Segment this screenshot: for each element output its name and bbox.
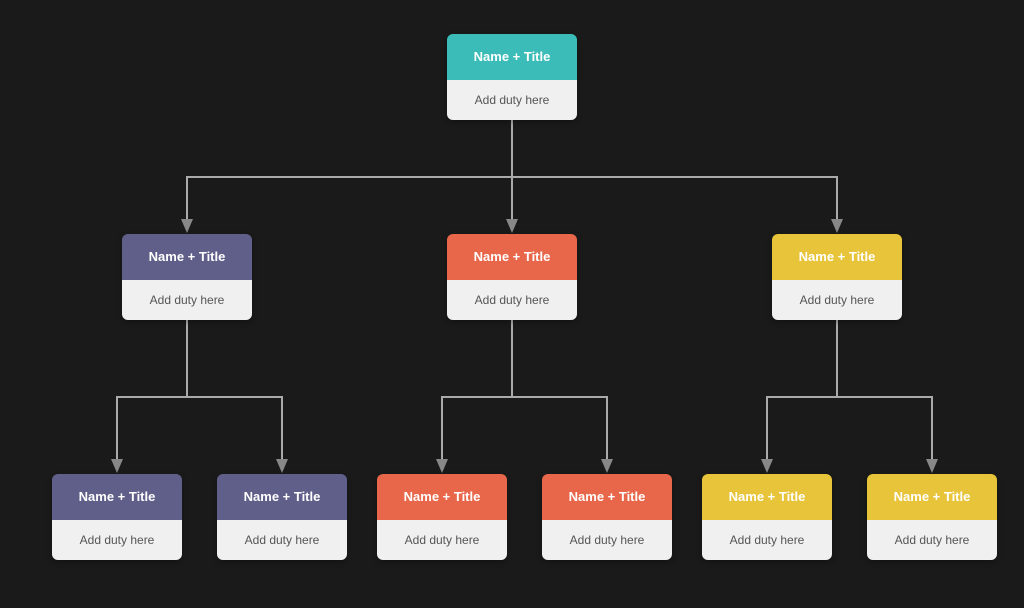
node-header-l1-center: Name + Title bbox=[447, 234, 577, 280]
org-node-l1-center[interactable]: Name + TitleAdd duty here bbox=[447, 234, 577, 320]
node-header-root: Name + Title bbox=[447, 34, 577, 80]
node-header-l2-lr: Name + Title bbox=[217, 474, 347, 520]
node-body-l2-lr: Add duty here bbox=[217, 520, 347, 560]
org-node-l2-cl[interactable]: Name + TitleAdd duty here bbox=[377, 474, 507, 560]
node-body-root: Add duty here bbox=[447, 80, 577, 120]
node-body-l1-right: Add duty here bbox=[772, 280, 902, 320]
node-header-l1-left: Name + Title bbox=[122, 234, 252, 280]
node-header-l2-rr: Name + Title bbox=[867, 474, 997, 520]
node-body-l2-ll: Add duty here bbox=[52, 520, 182, 560]
node-body-l2-rl: Add duty here bbox=[702, 520, 832, 560]
org-node-l2-lr[interactable]: Name + TitleAdd duty here bbox=[217, 474, 347, 560]
node-body-l2-rr: Add duty here bbox=[867, 520, 997, 560]
org-node-l2-rr[interactable]: Name + TitleAdd duty here bbox=[867, 474, 997, 560]
org-chart: Name + TitleAdd duty hereName + TitleAdd… bbox=[32, 14, 992, 594]
node-body-l2-cr: Add duty here bbox=[542, 520, 672, 560]
node-header-l2-ll: Name + Title bbox=[52, 474, 182, 520]
org-node-l2-cr[interactable]: Name + TitleAdd duty here bbox=[542, 474, 672, 560]
node-body-l2-cl: Add duty here bbox=[377, 520, 507, 560]
node-header-l1-right: Name + Title bbox=[772, 234, 902, 280]
node-body-l1-center: Add duty here bbox=[447, 280, 577, 320]
org-node-l1-right[interactable]: Name + TitleAdd duty here bbox=[772, 234, 902, 320]
org-node-l2-rl[interactable]: Name + TitleAdd duty here bbox=[702, 474, 832, 560]
org-node-l2-ll[interactable]: Name + TitleAdd duty here bbox=[52, 474, 182, 560]
org-node-root[interactable]: Name + TitleAdd duty here bbox=[447, 34, 577, 120]
node-body-l1-left: Add duty here bbox=[122, 280, 252, 320]
node-header-l2-cl: Name + Title bbox=[377, 474, 507, 520]
org-node-l1-left[interactable]: Name + TitleAdd duty here bbox=[122, 234, 252, 320]
node-header-l2-rl: Name + Title bbox=[702, 474, 832, 520]
node-header-l2-cr: Name + Title bbox=[542, 474, 672, 520]
